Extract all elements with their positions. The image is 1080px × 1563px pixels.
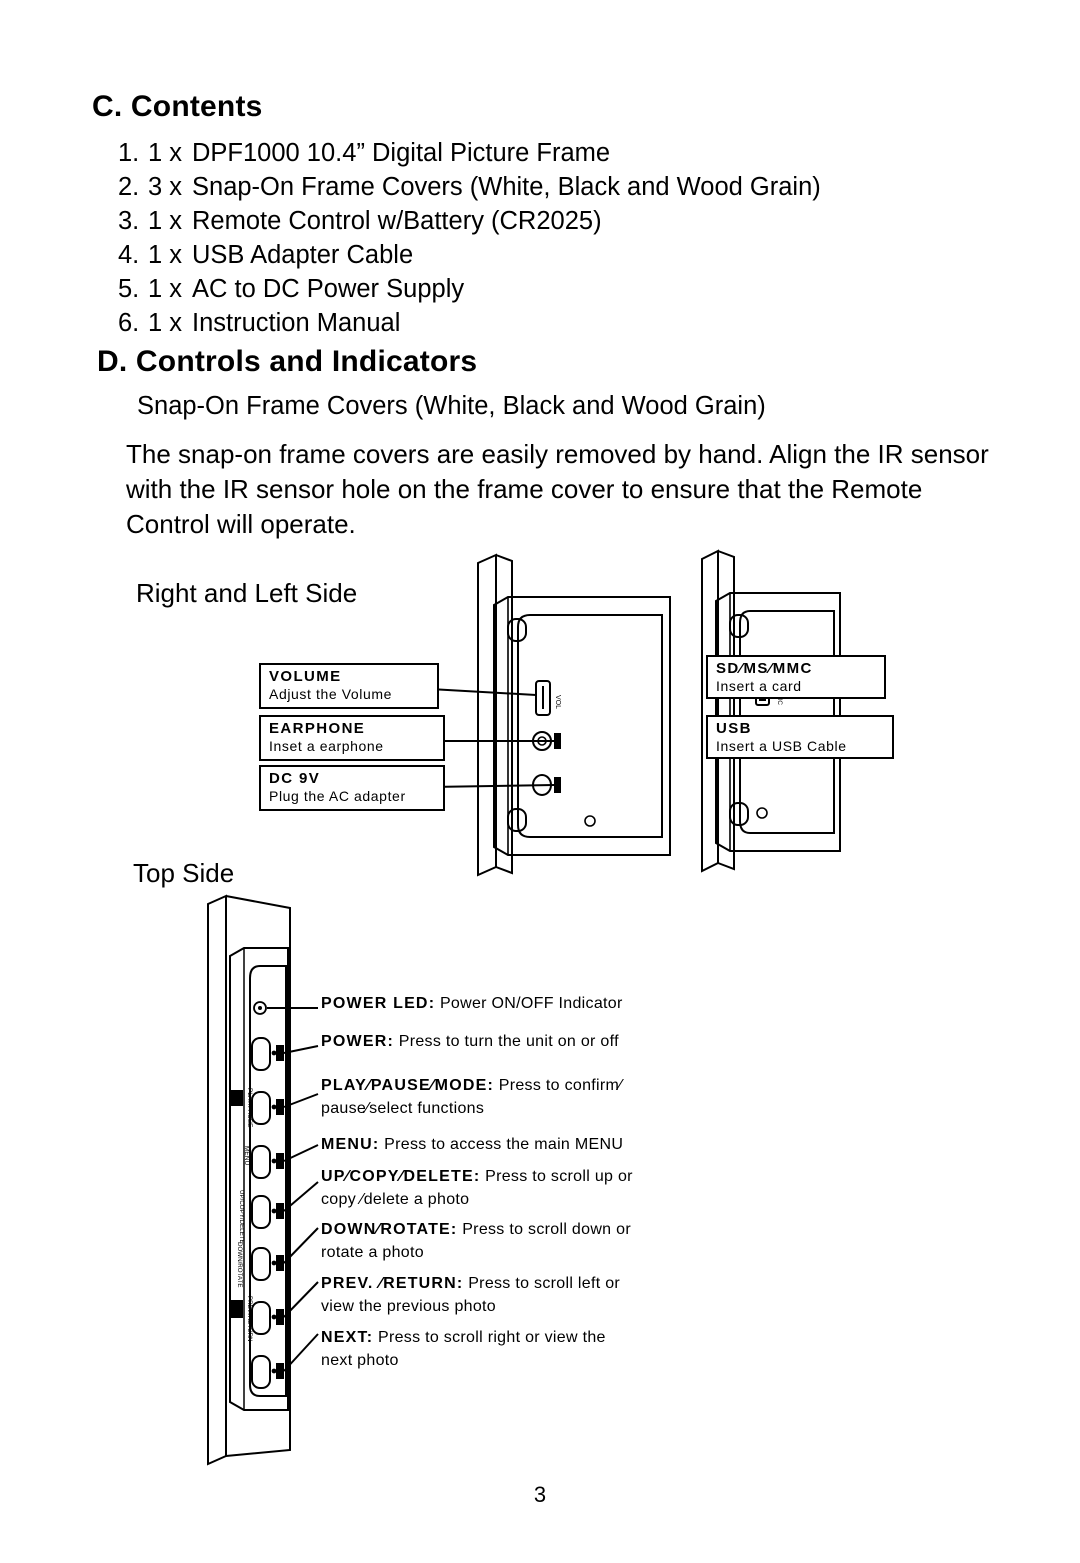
label-desc: Press to access the main MENU — [379, 1136, 624, 1153]
label-desc: Power ON/OFF Indicator — [435, 995, 623, 1012]
label-desc-line2: view the previous photo — [321, 1298, 497, 1315]
callout-subtitle: Plug the AC adapter — [269, 788, 406, 804]
list-item: 4. 1 x USB Adapter Cable — [118, 238, 978, 272]
list-item: 5. 1 x AC to DC Power Supply — [118, 272, 978, 306]
callout-title: VOLUME — [269, 668, 342, 685]
callout-subtitle: Inset a earphone — [269, 738, 384, 754]
label-term: NEXT: — [321, 1329, 374, 1346]
list-item-number: 2. — [118, 173, 140, 201]
button-side-label-play-pause: PLAY/PAUSE — [246, 1088, 253, 1128]
body-paragraph: The snap-on frame covers are easily remo… — [126, 439, 989, 539]
callout-title: DC 9V — [269, 770, 321, 787]
list-item-number: 1. — [118, 139, 140, 167]
label-term: POWER LED: — [321, 995, 436, 1012]
label-desc: Press to scroll right or view the — [373, 1329, 606, 1346]
callout-usb: USB Insert a USB Cable — [706, 715, 894, 759]
top-label-down-rotate: DOWN⁄ROTATE: Press to scroll down or rot… — [321, 1218, 631, 1264]
section-title-controls: D. Controls and Indicators — [97, 345, 478, 378]
top-label-prev-return: PREV. ⁄RETURN: Press to scroll left or v… — [321, 1272, 620, 1318]
top-label-menu: MENU: Press to access the main MENU — [321, 1133, 623, 1156]
list-item: 2. 3 x Snap-On Frame Covers (White, Black … — [118, 170, 978, 204]
list-item: 3. 1 x Remote Control w/Battery (CR2025) — [118, 204, 978, 238]
list-item-number: 4. — [118, 241, 140, 269]
list-item-quantity: 1 x — [148, 207, 183, 235]
label-term: UP⁄COPY⁄DELETE: — [321, 1168, 481, 1185]
list-item-number: 3. — [118, 207, 140, 235]
label-term: POWER: — [321, 1033, 394, 1050]
list-item-quantity: 1 x — [148, 241, 183, 269]
callout-dc9v: DC 9V Plug the AC adapter — [259, 765, 445, 811]
list-item-text: Snap-On Frame Covers (White, Black and W… — [192, 173, 821, 201]
label-desc: Press to scroll left or — [463, 1275, 621, 1292]
callout-sd-ms-mmc: SD⁄MS⁄MMC Insert a card — [706, 655, 886, 699]
callout-subtitle: Adjust the Volume — [269, 686, 393, 702]
list-item: 6. 1 x Instruction Manual — [118, 306, 978, 340]
list-item-quantity: 3 x — [148, 173, 183, 201]
label-term: PREV. ⁄RETURN: — [321, 1275, 464, 1292]
top-label-power: POWER: Press to turn the unit on or off — [321, 1030, 619, 1053]
label-desc-line2: copy ⁄delete a photo — [321, 1191, 470, 1208]
list-item: 1. 1 x DPF1000 10.4” Digital Picture Frame — [118, 136, 978, 170]
manual-page: C. Contents 1. 1 x DPF1000 10.4” Digital P… — [0, 0, 1080, 1563]
subheading-top-side: Top Side — [133, 858, 235, 888]
top-label-up-copy-delete: UP⁄COPY⁄DELETE: Press to scroll up or co… — [321, 1165, 633, 1211]
callout-subtitle: Insert a card — [716, 678, 802, 694]
callout-subtitle: Insert a USB Cable — [716, 738, 847, 754]
callout-title: EARPHONE — [269, 720, 366, 737]
label-desc-line2: pause⁄select functions — [321, 1100, 485, 1117]
callout-earphone: EARPHONE Inset a earphone — [259, 715, 445, 761]
button-side-label-up-copy-delete: UP/COPY/DELETE — [238, 1190, 245, 1244]
list-item-text: AC to DC Power Supply — [192, 275, 465, 303]
port-label-vol: VOL — [554, 695, 561, 709]
button-side-label-down-rotate: DOWN/ROTATE — [236, 1242, 243, 1287]
list-item-text: Remote Control w/Battery (CR2025) — [192, 207, 602, 235]
subheading-snap-on-covers: Snap-On Frame Covers (White, Black and W… — [137, 392, 766, 420]
list-item-text: Instruction Manual — [192, 309, 401, 337]
top-label-play-pause-mode: PLAY⁄PAUSE⁄MODE: Press to confirm⁄ pause… — [321, 1074, 622, 1120]
label-term: MENU: — [321, 1136, 380, 1153]
list-item-text: DPF1000 10.4” Digital Picture Frame — [192, 139, 611, 167]
button-side-label-prev-return: PREV./RETURN — [246, 1296, 253, 1342]
label-term: DOWN⁄ROTATE: — [321, 1221, 458, 1238]
label-desc: Press to scroll down or — [457, 1221, 631, 1238]
button-side-label-menu: MENU — [243, 1146, 250, 1165]
figure-right-left-side: VOL SD/MS/MMC — [250, 545, 900, 915]
label-term: PLAY⁄PAUSE⁄MODE: — [321, 1077, 495, 1094]
list-item-number: 5. — [118, 275, 140, 303]
label-desc: Press to scroll up or — [480, 1168, 633, 1185]
list-item-quantity: 1 x — [148, 309, 183, 337]
callout-title: SD⁄MS⁄MMC — [716, 660, 813, 677]
page-number: 3 — [533, 1482, 547, 1507]
label-desc: Press to confirm⁄ — [494, 1077, 623, 1094]
page-title-contents: C. Contents — [92, 90, 263, 123]
callout-volume: VOLUME Adjust the Volume — [259, 663, 439, 709]
top-label-next: NEXT: Press to scroll right or view the … — [321, 1326, 606, 1372]
list-item-number: 6. — [118, 309, 140, 337]
contents-list: 1. 1 x DPF1000 10.4” Digital Picture Frame… — [118, 136, 978, 340]
label-desc-line2: next photo — [321, 1352, 399, 1369]
list-item-text: USB Adapter Cable — [192, 241, 414, 269]
callout-title: USB — [716, 720, 752, 737]
label-desc-line2: rotate a photo — [321, 1244, 424, 1261]
top-label-power-led: POWER LED: Power ON/OFF Indicator — [321, 992, 623, 1015]
figure-top-side: PLAY/PAUSE MENU UP/COPY/DELETE DOWN/ROTA… — [130, 890, 960, 1470]
label-desc: Press to turn the unit on or off — [393, 1033, 619, 1050]
list-item-quantity: 1 x — [148, 275, 183, 303]
list-item-quantity: 1 x — [148, 139, 183, 167]
